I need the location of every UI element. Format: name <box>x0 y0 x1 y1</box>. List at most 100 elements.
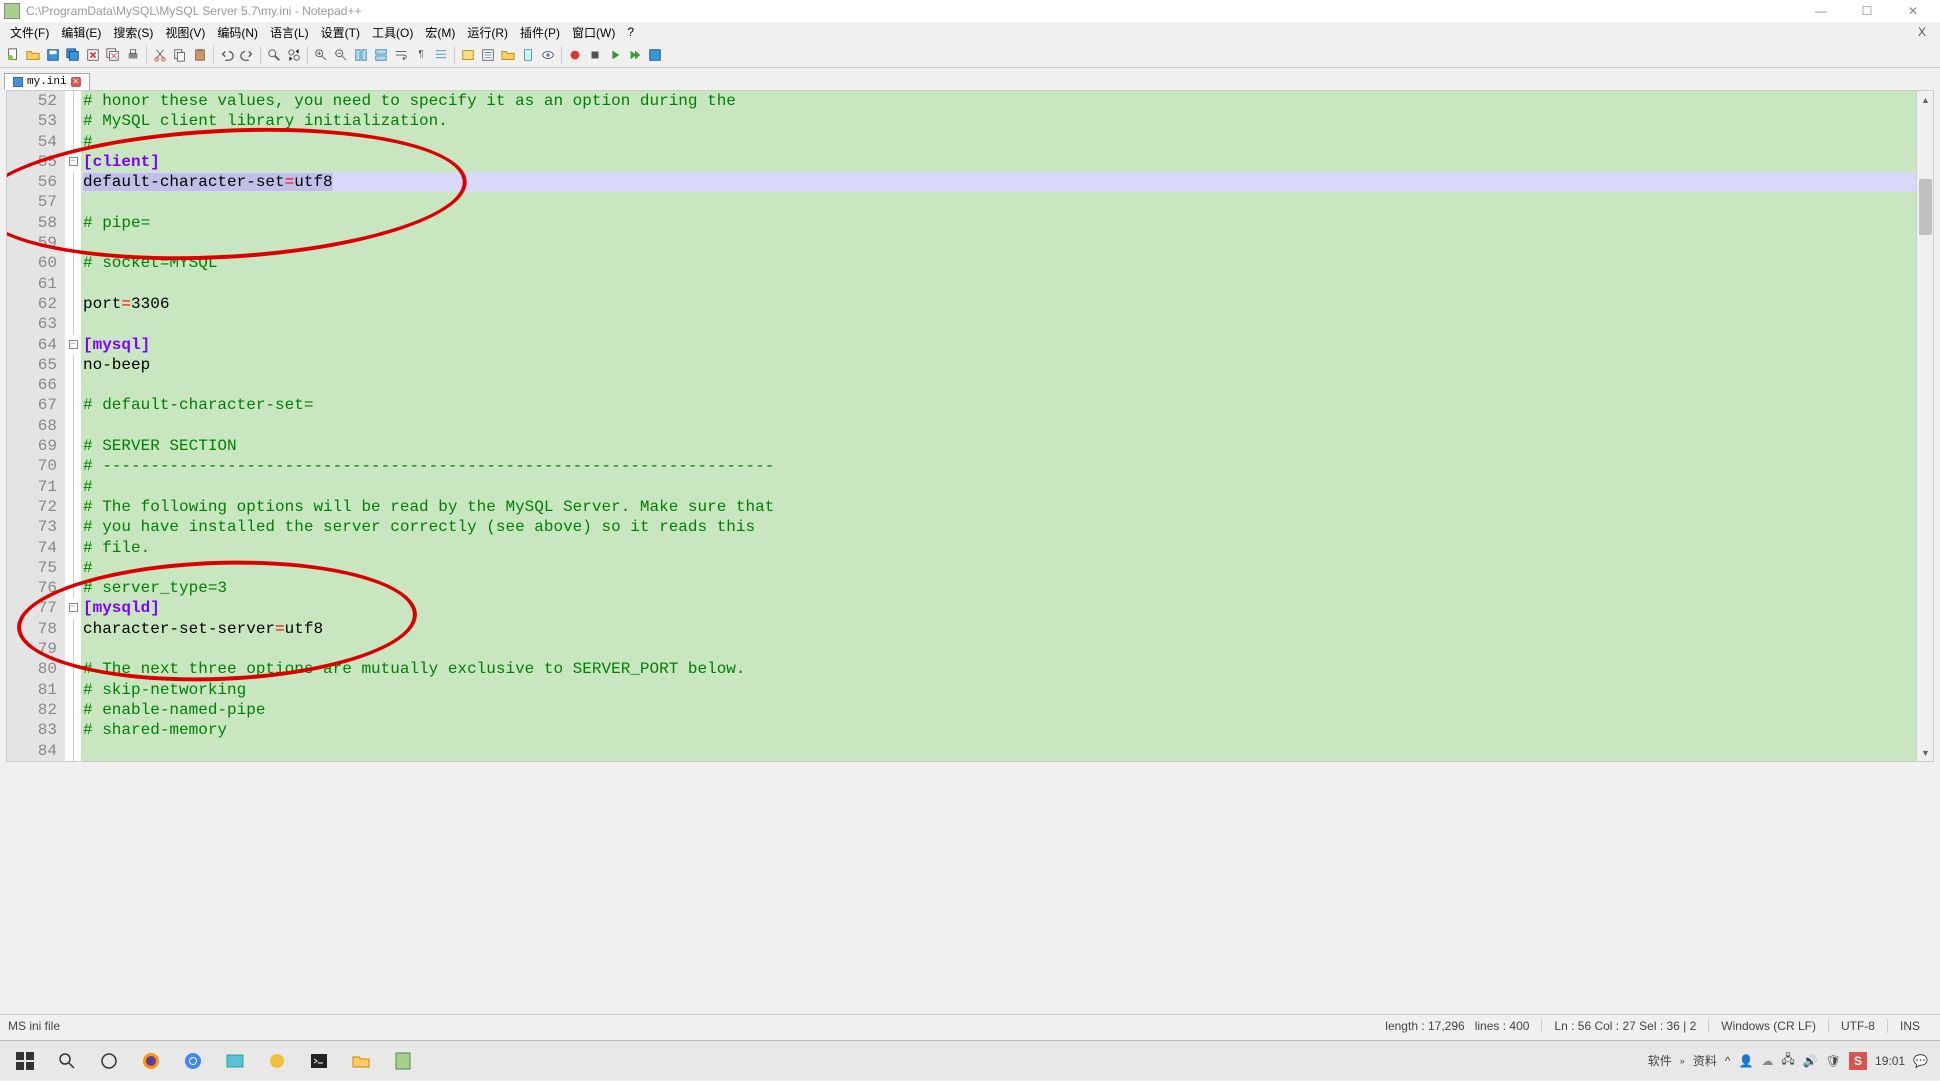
code-line[interactable] <box>81 639 1933 659</box>
save-macro-icon[interactable] <box>646 46 664 64</box>
menu-view[interactable]: 视图(V) <box>159 22 211 43</box>
code-line[interactable] <box>81 274 1933 294</box>
play-multi-icon[interactable] <box>626 46 644 64</box>
menu-run[interactable]: 运行(R) <box>461 22 514 43</box>
code-line[interactable]: # --------------------------------------… <box>81 456 1933 476</box>
cut-icon[interactable] <box>151 46 169 64</box>
code-line[interactable]: no-beep <box>81 355 1933 375</box>
code-line[interactable] <box>81 375 1933 395</box>
scroll-up-icon[interactable]: ▲ <box>1917 91 1934 108</box>
tray-people-icon[interactable]: 👤 <box>1738 1054 1753 1068</box>
copy-icon[interactable] <box>171 46 189 64</box>
menu-plugins[interactable]: 插件(P) <box>514 22 566 43</box>
menu-close-x[interactable]: X <box>1912 23 1932 41</box>
zoom-out-icon[interactable] <box>332 46 350 64</box>
menu-macro[interactable]: 宏(M) <box>419 22 461 43</box>
paste-icon[interactable] <box>191 46 209 64</box>
start-button[interactable] <box>4 1041 46 1081</box>
menu-window[interactable]: 窗口(W) <box>566 22 621 43</box>
code-line[interactable]: # enable-named-pipe <box>81 700 1933 720</box>
code-area[interactable]: # honor these values, you need to specif… <box>81 91 1933 761</box>
replace-icon[interactable] <box>285 46 303 64</box>
lang-icon[interactable] <box>459 46 477 64</box>
tray-text-2[interactable]: 资料 <box>1693 1052 1717 1069</box>
zoom-in-icon[interactable] <box>312 46 330 64</box>
code-line[interactable]: # skip-networking <box>81 680 1933 700</box>
code-line[interactable]: default-character-set=utf8 <box>81 172 1933 192</box>
menu-encoding[interactable]: 编码(N) <box>211 22 264 43</box>
search-icon[interactable] <box>46 1041 88 1081</box>
code-line[interactable]: [mysqld] <box>81 598 1933 618</box>
code-line[interactable]: # socket=MYSQL <box>81 253 1933 273</box>
tray-chevron-up-icon[interactable]: ^ <box>1725 1054 1731 1068</box>
play-macro-icon[interactable] <box>606 46 624 64</box>
code-line[interactable] <box>81 314 1933 334</box>
monitor-icon[interactable] <box>539 46 557 64</box>
scroll-down-icon[interactable]: ▼ <box>1917 744 1934 761</box>
code-line[interactable] <box>81 192 1933 212</box>
tray-clock[interactable]: 19:01 <box>1875 1054 1905 1068</box>
tray-volume-icon[interactable]: 🔊 <box>1803 1054 1818 1068</box>
app-icon-2[interactable] <box>256 1041 298 1081</box>
save-all-icon[interactable] <box>64 46 82 64</box>
menu-language[interactable]: 语言(L) <box>264 22 315 43</box>
fold-column[interactable]: − − − <box>65 91 81 761</box>
code-line[interactable]: port=3306 <box>81 294 1933 314</box>
fold-cell[interactable]: − <box>65 598 81 618</box>
scrollbar-thumb[interactable] <box>1919 179 1932 235</box>
firefox-icon[interactable] <box>130 1041 172 1081</box>
menu-settings[interactable]: 设置(T) <box>315 22 366 43</box>
tray-text-1[interactable]: 软件 <box>1648 1052 1672 1069</box>
sync-v-icon[interactable] <box>352 46 370 64</box>
menu-edit[interactable]: 编辑(E) <box>55 22 107 43</box>
file-tab[interactable]: my.ini ✕ <box>4 73 90 90</box>
code-line[interactable] <box>81 416 1933 436</box>
close-file-icon[interactable] <box>84 46 102 64</box>
doc-map-icon[interactable] <box>519 46 537 64</box>
code-line[interactable]: # MySQL client library initialization. <box>81 111 1933 131</box>
fold-cell[interactable]: − <box>65 152 81 172</box>
show-all-chars-icon[interactable]: ¶ <box>412 46 430 64</box>
vertical-scrollbar[interactable]: ▲ ▼ <box>1916 91 1933 761</box>
indent-guide-icon[interactable] <box>432 46 450 64</box>
maximize-button[interactable]: ☐ <box>1844 0 1890 22</box>
minimize-button[interactable]: — <box>1798 0 1844 22</box>
app-icon-1[interactable] <box>214 1041 256 1081</box>
code-line[interactable]: # <box>81 558 1933 578</box>
folder-icon[interactable] <box>499 46 517 64</box>
code-line[interactable]: # <box>81 132 1933 152</box>
code-line[interactable] <box>81 741 1933 761</box>
code-line[interactable] <box>81 233 1933 253</box>
code-line[interactable]: # file. <box>81 538 1933 558</box>
print-icon[interactable] <box>124 46 142 64</box>
code-line[interactable]: # honor these values, you need to specif… <box>81 91 1933 111</box>
tray-shield-icon[interactable]: 🛡 <box>1826 1054 1841 1068</box>
code-line[interactable]: # default-character-set= <box>81 395 1933 415</box>
sync-h-icon[interactable] <box>372 46 390 64</box>
tray-network-icon[interactable]: 🖧 <box>1781 1050 1794 1071</box>
code-line[interactable]: # The next three options are mutually ex… <box>81 659 1933 679</box>
code-line[interactable]: # server_type=3 <box>81 578 1933 598</box>
menu-file[interactable]: 文件(F) <box>4 22 55 43</box>
stop-macro-icon[interactable] <box>586 46 604 64</box>
menu-tools[interactable]: 工具(O) <box>366 22 419 43</box>
tray-ime-icon[interactable]: S <box>1849 1052 1867 1070</box>
close-button[interactable]: ✕ <box>1890 0 1936 22</box>
cortana-icon[interactable] <box>88 1041 130 1081</box>
close-all-icon[interactable] <box>104 46 122 64</box>
code-line[interactable]: # <box>81 477 1933 497</box>
code-line[interactable]: [client] <box>81 152 1933 172</box>
code-line[interactable]: # shared-memory <box>81 720 1933 740</box>
record-macro-icon[interactable] <box>566 46 584 64</box>
code-line[interactable]: # you have installed the server correctl… <box>81 517 1933 537</box>
find-icon[interactable] <box>265 46 283 64</box>
code-line[interactable]: # The following options will be read by … <box>81 497 1933 517</box>
undo-icon[interactable] <box>218 46 236 64</box>
func-list-icon[interactable] <box>479 46 497 64</box>
notepadpp-taskbar-icon[interactable] <box>382 1041 424 1081</box>
fold-cell[interactable]: − <box>65 335 81 355</box>
terminal-icon[interactable] <box>298 1041 340 1081</box>
code-line[interactable]: # SERVER SECTION <box>81 436 1933 456</box>
code-line[interactable]: character-set-server=utf8 <box>81 619 1933 639</box>
open-file-icon[interactable] <box>24 46 42 64</box>
